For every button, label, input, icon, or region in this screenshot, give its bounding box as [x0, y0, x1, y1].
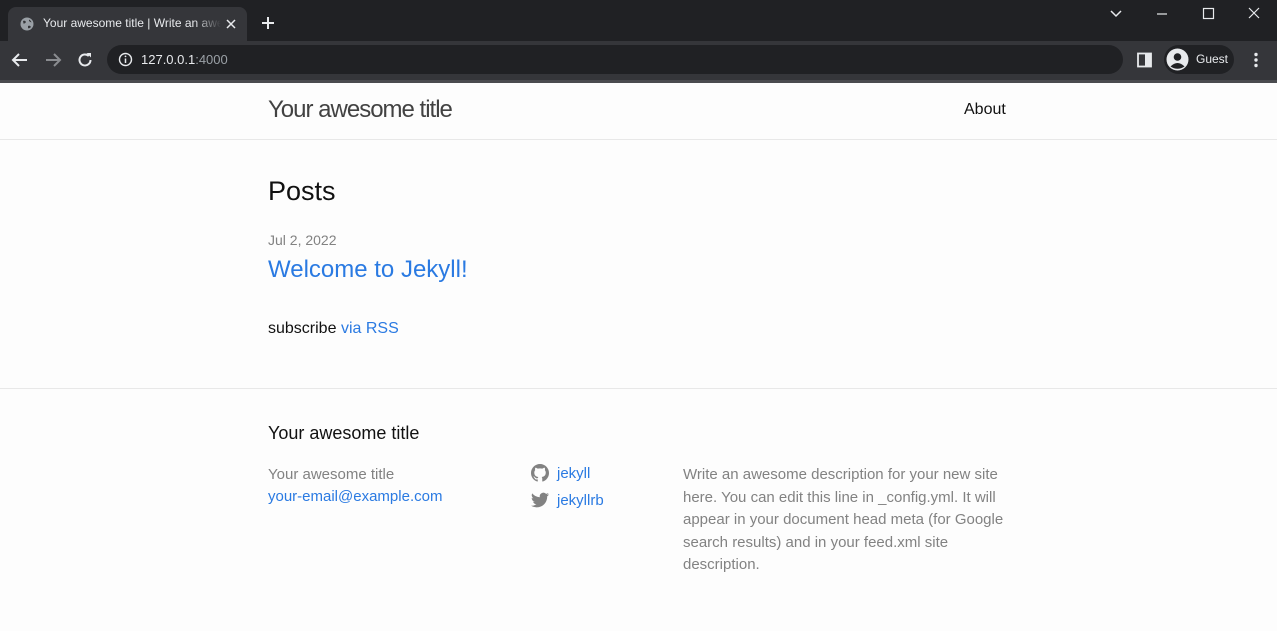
rss-prefix: subscribe [268, 320, 337, 337]
globe-icon [20, 17, 34, 31]
back-arrow-icon[interactable] [11, 51, 29, 69]
profile-label: Guest [1196, 52, 1229, 66]
browser-tab[interactable]: Your awesome title | Write an awesome de… [8, 7, 247, 41]
page-viewport: Your awesome title About Posts Jul 2, 20… [0, 83, 1277, 630]
post-date: Jul 2, 2022 [268, 232, 337, 248]
nav-link-about[interactable]: About [964, 101, 1006, 119]
post-title-link[interactable]: Welcome to Jekyll! [268, 256, 468, 284]
github-icon [531, 464, 549, 482]
reload-icon[interactable] [76, 51, 94, 69]
twitter-link[interactable]: jekyllrb [557, 492, 604, 509]
footer-contact: Your awesome title your-email@example.co… [268, 464, 442, 508]
site-description: Write an awesome description for your ne… [683, 466, 1004, 573]
footer-heading: Your awesome title [268, 423, 420, 443]
browser-titlebar: Your awesome title | Write an awesome de… [0, 0, 1277, 41]
twitter-icon [531, 492, 549, 508]
url-host: 127.0.0.1 [141, 52, 196, 67]
avatar-icon [1166, 48, 1189, 71]
info-icon[interactable] [118, 52, 133, 67]
rss-subscribe: subscribe via RSS [268, 320, 399, 338]
menu-kebab-icon[interactable] [1247, 51, 1265, 69]
forward-arrow-icon[interactable] [44, 51, 62, 69]
browser-toolbar: 127.0.0.1:4000 Guest [0, 41, 1277, 80]
new-tab-icon[interactable] [260, 15, 276, 31]
site-title-link[interactable]: Your awesome title [268, 96, 453, 124]
footer-email-link[interactable]: your-email@example.com [268, 486, 442, 508]
minimize-icon[interactable] [1150, 6, 1174, 22]
footer-name: Your awesome title [268, 466, 395, 483]
rss-link[interactable]: via RSS [341, 320, 399, 337]
url-port: :4000 [195, 52, 228, 67]
site-footer: Your awesome title Your awesome title yo… [0, 388, 1277, 631]
profile-button[interactable]: Guest [1164, 45, 1234, 74]
tab-search-icon[interactable] [1104, 6, 1128, 22]
site-header: Your awesome title About [0, 83, 1277, 140]
posts-heading: Posts [268, 176, 336, 206]
close-window-icon[interactable] [1242, 6, 1266, 22]
url-text: 127.0.0.1:4000 [141, 52, 228, 67]
address-bar[interactable]: 127.0.0.1:4000 [107, 45, 1123, 74]
github-link[interactable]: jekyll [557, 465, 590, 482]
side-panel-icon[interactable] [1136, 51, 1154, 69]
maximize-icon[interactable] [1196, 6, 1220, 22]
close-tab-icon[interactable] [225, 18, 237, 30]
tab-title: Your awesome title | Write an awesome de… [43, 16, 221, 30]
